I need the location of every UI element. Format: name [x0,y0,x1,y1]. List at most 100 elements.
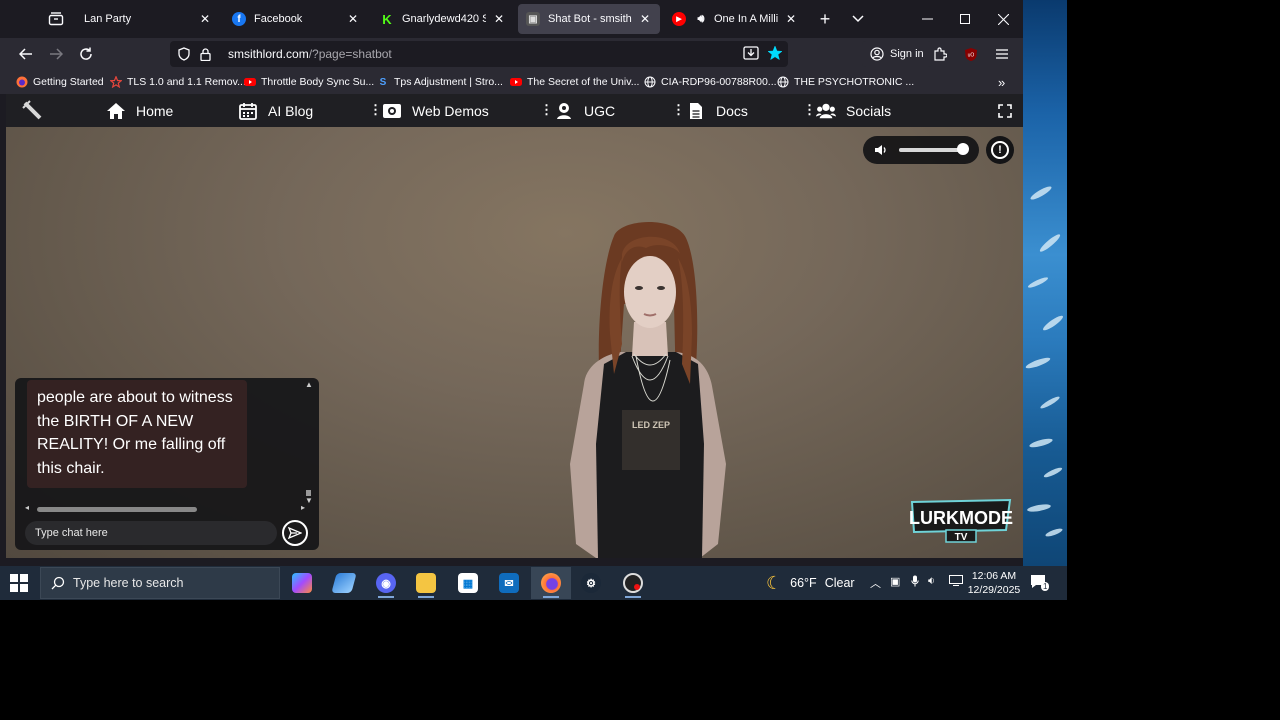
tab-title: Gnarlydewd420 Stream [402,13,486,25]
nav-ai-blog[interactable]: AI Blog [238,100,313,122]
send-icon[interactable] [282,520,308,546]
microphone-icon[interactable] [911,575,919,590]
nav-separator-icon: ⋮ [540,102,553,117]
reload-icon[interactable] [74,42,98,66]
nav-home[interactable]: Home [106,100,173,122]
shield-icon[interactable] [178,47,192,61]
speaker-icon[interactable] [873,142,889,158]
url-host: smsithlord.com [228,47,309,61]
site-navigation-bar: Home AI Blog ⋮ Web Demos ⋮ UGC ⋮ Docs ⋮ … [6,94,1023,127]
discord-icon: ◉ [376,573,396,593]
nav-web-demos-label: Web Demos [412,103,489,119]
windows-start-icon[interactable] [10,574,28,592]
taskbar-discord[interactable]: ◉ [366,567,406,599]
tray-app-icon[interactable]: ▣ [890,575,900,588]
close-tab-icon[interactable]: ✕ [492,12,506,26]
back-arrow-icon[interactable] [14,42,38,66]
taskbar-app-2[interactable] [324,567,364,599]
taskbar-store[interactable]: ▦ [448,567,488,599]
volume-slider-thumb[interactable] [957,143,970,155]
s-icon: S [379,76,387,88]
users-icon [816,101,836,121]
taskbar-firefox[interactable] [531,567,571,599]
home-icon [106,101,126,121]
browser-window: Lan Party ✕ f Facebook ✕ K Gnarlydewd420… [0,0,1023,566]
tray-chevron-up-icon[interactable]: ︿ [870,575,881,591]
hamburger-menu-icon[interactable] [990,42,1014,66]
moon-icon: ☾ [766,572,783,593]
close-tab-icon[interactable]: ✕ [784,12,798,26]
bookmark-tls[interactable]: TLS 1.0 and 1.1 Remov... [110,74,246,90]
taskbar-app-obs[interactable] [613,567,653,599]
volume-control [863,136,979,164]
bookmark-label: Getting Started [33,76,104,88]
tab-lan-party[interactable]: Lan Party ✕ [76,4,220,34]
taskbar-mail[interactable]: ✉ [489,567,529,599]
ublock-origin-icon[interactable]: uO [959,42,983,66]
logo-text: LURKMODE [909,508,1013,528]
firefox-icon [16,76,28,88]
tab-gnarlydewd-stream[interactable]: K Gnarlydewd420 Stream ✕ [372,4,514,34]
bookmark-star-icon[interactable] [767,45,783,64]
url-text: smsithlord.com/?page=shatbot [228,47,392,61]
logo-subtext: TV [955,532,968,543]
nav-ugc[interactable]: UGC [554,100,615,122]
firefox-icon [541,573,561,593]
clock-date: 12/29/2025 [967,584,1021,596]
bookmark-throttle-body[interactable]: Throttle Body Sync Su... [244,74,374,90]
close-tab-icon[interactable]: ✕ [198,12,212,26]
bookmark-tps-adjustment[interactable]: S Tps Adjustment | Stro... [377,74,503,90]
bookmarks-overflow-icon[interactable]: » [998,74,1005,90]
lock-icon[interactable] [200,47,214,61]
alert-button[interactable]: ! [986,136,1014,164]
horizontal-scrollbar[interactable]: ◂ ▸ [25,503,307,512]
scroll-right-icon[interactable]: ▸ [301,503,305,512]
nav-socials[interactable]: Socials [816,100,891,122]
taskbar-file-explorer[interactable] [406,567,446,599]
nav-separator-icon: ⋮ [672,102,685,117]
close-tab-icon[interactable]: ✕ [638,12,652,26]
bookmark-secret-universe[interactable]: The Secret of the Univ... [510,74,639,90]
scroll-up-icon[interactable]: ▲ [305,380,313,389]
volume-slider[interactable] [899,148,965,152]
bookmark-psychotronic[interactable]: THE PSYCHOTRONIC ... [777,74,914,90]
nav-socials-label: Socials [846,103,892,119]
horizontal-scroll-thumb[interactable] [37,507,197,512]
weather-widget[interactable]: ☾ 66°F Clear [766,573,855,593]
nav-separator-icon: ⋮ [803,102,816,117]
bookmark-cia-rdp[interactable]: CIA-RDP96-00788R00... [644,74,777,90]
nav-docs[interactable]: Docs [686,100,748,122]
tab-facebook[interactable]: f Facebook ✕ [224,4,368,34]
bookmark-getting-started[interactable]: Getting Started [16,74,104,90]
tab-one-in-a-million[interactable]: ▶ 🔊︎ One In A Million - ✕ [664,4,806,34]
tab-title: Shat Bot - smsithlord.c [548,13,632,25]
scroll-left-icon[interactable]: ◂ [25,503,29,512]
extensions-icon[interactable] [928,42,952,66]
close-window-icon[interactable] [992,8,1014,30]
chevron-down-icon[interactable] [847,8,869,30]
star-icon [110,76,122,88]
nav-web-demos[interactable]: Web Demos [382,100,489,122]
system-clock[interactable]: 12:06 AM 12/29/2025 [962,569,1026,597]
taskbar-steam[interactable]: ⚙ [571,567,611,599]
taskbar-search-box[interactable]: Type here to search [40,567,280,599]
maximize-icon[interactable] [954,8,976,30]
taskbar-copilot[interactable] [282,567,322,599]
forward-arrow-icon[interactable] [44,42,68,66]
minimize-icon[interactable] [916,8,938,30]
download-page-icon[interactable] [743,46,759,63]
chat-input[interactable] [25,521,277,545]
fullscreen-icon[interactable] [998,100,1012,122]
notification-center-icon[interactable]: 1 [1030,574,1050,592]
new-tab-icon[interactable]: + [814,8,836,30]
network-icon[interactable] [949,575,963,589]
site-logo-icon[interactable] [22,100,44,122]
tab-shat-bot[interactable]: ▣ Shat Bot - smsithlord.c ✕ [518,4,660,34]
sign-in-button[interactable]: Sign in [862,41,932,67]
tab-list-icon[interactable] [44,8,68,30]
scroll-down-icon[interactable]: ▼ [305,496,313,505]
speaker-playing-icon[interactable]: 🔊︎ [694,12,708,26]
volume-tray-icon[interactable]: 🔉︎ [928,575,935,588]
close-tab-icon[interactable]: ✕ [346,12,360,26]
address-bar[interactable]: smsithlord.com/?page=shatbot [170,41,788,67]
